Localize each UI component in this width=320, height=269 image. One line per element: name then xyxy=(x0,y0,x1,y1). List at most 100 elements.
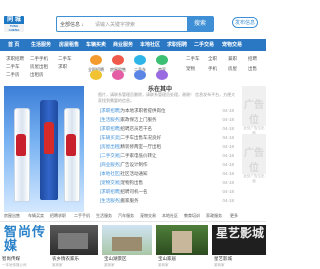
category-link[interactable]: 房屋出租 xyxy=(30,64,48,70)
ad-slot[interactable]: 广告位 此处广告位出租 xyxy=(242,134,266,183)
bottle-label xyxy=(66,134,76,156)
news-item[interactable]: [本地社区]社区活动通知 04-18 xyxy=(100,171,240,179)
news-date: 04-18 xyxy=(222,189,234,194)
quick-link[interactable]: 宠物 xyxy=(186,66,195,72)
car-icon[interactable] xyxy=(134,55,146,65)
nav-home[interactable]: 首 页 xyxy=(8,39,19,51)
tab-item[interactable]: 生活服务 xyxy=(96,213,112,219)
quick-link[interactable]: 出售 xyxy=(248,66,257,72)
news-text: 广告设计制作 xyxy=(120,162,148,167)
publish-button[interactable]: 发布信息 xyxy=(232,17,258,28)
listing-thumbnail[interactable] xyxy=(50,225,98,255)
news-item[interactable]: [房屋出租]精装修两室一厅出租 04-18 xyxy=(100,144,240,152)
tab-item[interactable]: 招聘求职 xyxy=(50,213,66,219)
thumb-title[interactable]: 星艺影城 xyxy=(214,256,232,262)
promo-text: 图片，请联系管理员删除，请联系管理员处理。谢谢！ 信息发布平台，方便大家找到需要… xyxy=(98,92,236,103)
ad-slot[interactable]: 广告位 此处广告位出租 xyxy=(242,86,266,135)
news-item[interactable]: [二手交易]二手家电低价转让 04-18 xyxy=(100,153,240,161)
pet-icon[interactable] xyxy=(112,70,124,80)
news-date: 04-18 xyxy=(222,162,234,167)
house-icon[interactable] xyxy=(112,55,124,65)
news-date: 04-18 xyxy=(222,135,234,140)
news-date: 04-18 xyxy=(222,171,234,176)
thumb-brand-text: 智尚传媒 xyxy=(4,225,46,253)
news-text: 精装修两室一厅出租 xyxy=(120,144,162,149)
news-item[interactable]: [车辆买卖]二手车出售车况良好 04-18 xyxy=(100,135,240,143)
quick-link[interactable]: 二手车 xyxy=(186,56,200,62)
search-button[interactable]: 搜索 xyxy=(187,17,213,31)
quick-link[interactable]: 招聘 xyxy=(248,56,257,62)
search-bar: 全部信息 ↓ 请输入关键字搜索 搜索 xyxy=(56,16,214,32)
listing-thumbnail[interactable] xyxy=(102,225,152,255)
nav-life-services[interactable]: 生活服务 xyxy=(31,39,51,51)
news-item[interactable]: [求职招聘]招聘司机一名 04-18 xyxy=(100,189,240,197)
category-link[interactable]: 出租房 xyxy=(30,72,44,78)
tab-item[interactable]: 宠物交易 xyxy=(140,213,156,219)
tab-item[interactable]: 汽车服务 xyxy=(118,213,134,219)
building-image xyxy=(58,233,88,249)
category-link[interactable]: 二手车 xyxy=(58,56,72,62)
category-link[interactable]: 求职 xyxy=(58,64,67,70)
category-link[interactable]: 二手手机 xyxy=(30,56,48,62)
bottle-label xyxy=(44,122,54,154)
building-image xyxy=(112,237,142,251)
tab-item[interactable]: 本地社区 xyxy=(162,213,178,219)
job-icon[interactable] xyxy=(90,55,102,65)
category-tabs: 房屋出售 车辆买卖 招聘求职 二手手机 生活服务 汽车服务 宠物交易 本地社区 … xyxy=(0,211,266,222)
quick-link[interactable]: 兼职 xyxy=(228,56,237,62)
category-link[interactable]: 二手房 xyxy=(6,72,20,78)
food-icon[interactable] xyxy=(90,70,102,80)
news-text: 二手家电低价转让 xyxy=(120,153,157,158)
quick-link[interactable]: 手机 xyxy=(208,66,217,72)
tab-item[interactable]: 更多 xyxy=(230,213,238,219)
building-image xyxy=(172,231,192,253)
tab-item[interactable]: 家政服务 xyxy=(206,213,222,219)
search-input[interactable]: 请输入关键字搜索 xyxy=(95,21,135,28)
logo-subtext: TONG CHENG xyxy=(4,24,24,32)
quick-link[interactable]: 全职 xyxy=(208,56,217,62)
nav-vehicles[interactable]: 车辆买卖 xyxy=(86,39,106,51)
listing-thumbnail[interactable] xyxy=(156,225,208,255)
tab-item[interactable]: 教育培训 xyxy=(184,213,200,219)
news-item[interactable]: [求职招聘]招聘店员若干名 04-18 xyxy=(100,126,240,134)
category-link[interactable]: 二手车 xyxy=(6,64,20,70)
nav-jobs[interactable]: 求职招聘 xyxy=(167,39,187,51)
news-item[interactable]: [宠物交易]宠物狗出售 04-18 xyxy=(100,180,240,188)
more-icon[interactable] xyxy=(156,70,168,80)
site-logo[interactable]: 同 城 TONG CHENG xyxy=(4,16,24,32)
news-date: 04-18 xyxy=(222,198,234,203)
news-tag: [求职招聘] xyxy=(100,189,121,194)
nav-business[interactable]: 商业服务 xyxy=(113,39,133,51)
news-item[interactable]: [求职招聘]为本地求职者提供岗位 04-18 xyxy=(100,108,240,116)
ad-subtext: 此处广告位出租 xyxy=(243,174,265,183)
category-link[interactable]: 求职招聘 xyxy=(6,56,24,62)
ad-title: 广告位 xyxy=(244,100,264,126)
tab-item[interactable]: 车辆买卖 xyxy=(28,213,44,219)
tab-item[interactable]: 二手手机 xyxy=(74,213,90,219)
thumb-subtitle: 某商家 xyxy=(52,263,63,267)
search-type-select[interactable]: 全部信息 ↓ xyxy=(60,21,84,28)
thumb-title[interactable]: 宝山家居 xyxy=(158,256,176,262)
listing-thumbnail[interactable]: 星艺影城 xyxy=(212,225,266,255)
tab-item[interactable]: 房屋出售 xyxy=(4,213,20,219)
news-date: 04-18 xyxy=(222,126,234,131)
nav-housing[interactable]: 房屋租售 xyxy=(59,39,79,51)
thumb-title[interactable]: 智尚传媒 xyxy=(2,256,20,262)
news-tag: [求职招聘] xyxy=(100,108,121,113)
thumb-title[interactable]: 宝山湖景区 xyxy=(104,256,127,262)
quick-link[interactable]: 房屋 xyxy=(228,66,237,72)
nav-pets[interactable]: 宠物交易 xyxy=(222,39,242,51)
news-item[interactable]: [商业服务]广告设计制作 04-18 xyxy=(100,162,240,170)
news-item[interactable]: [生活服务]家政保洁上门服务 04-18 xyxy=(100,117,240,125)
nav-secondhand[interactable]: 二手交易 xyxy=(194,39,214,51)
news-item[interactable]: [生活服务]搬家服务 04-18 xyxy=(100,198,240,206)
listing-thumbnail[interactable]: 智尚传媒 xyxy=(0,225,46,255)
shop-icon[interactable] xyxy=(156,55,168,65)
news-date: 04-18 xyxy=(222,117,234,122)
thumb-title[interactable]: 农乡情农家乐 xyxy=(52,256,79,262)
nav-community[interactable]: 本地社区 xyxy=(140,39,160,51)
news-date: 04-18 xyxy=(222,180,234,185)
chat-icon[interactable] xyxy=(134,70,146,80)
thumb-subtitle: 某商家 xyxy=(214,263,225,267)
banner-image[interactable] xyxy=(4,86,84,212)
